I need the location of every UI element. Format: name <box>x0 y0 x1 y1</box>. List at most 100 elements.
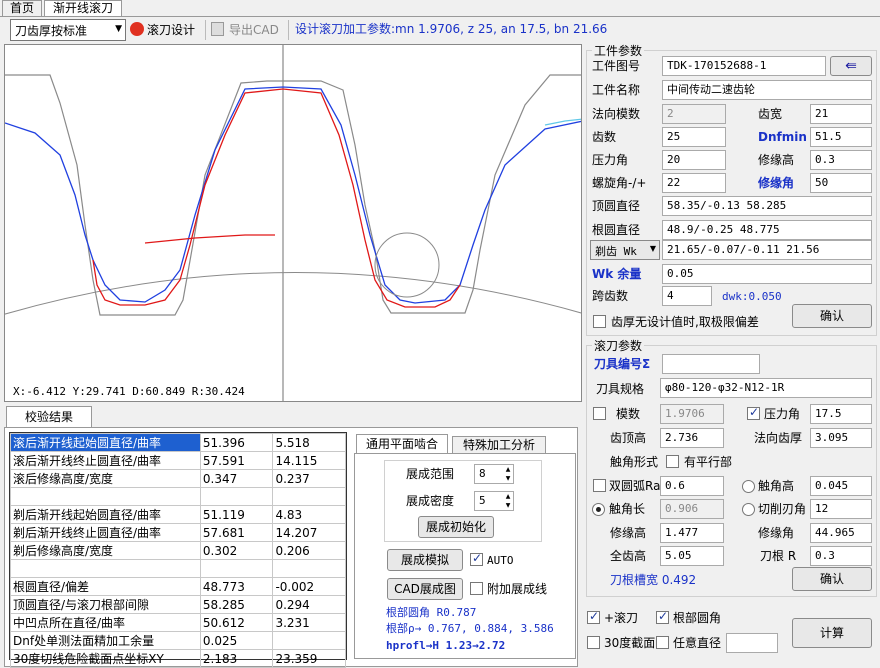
table-row[interactable]: 滚后渐开线起始圆直径/曲率 51.396 5.518 <box>10 433 346 452</box>
section30-checkbox[interactable] <box>587 636 600 649</box>
result-value: 23.359 <box>272 649 346 668</box>
workpiece-confirm-button[interactable]: 确认 <box>792 304 872 328</box>
table-row[interactable] <box>10 559 346 578</box>
table-row[interactable]: 滚后修缘高度/宽度 0.347 0.237 <box>10 469 346 488</box>
any-diameter-input[interactable] <box>726 633 778 653</box>
result-value: 4.83 <box>272 505 346 524</box>
full-height-input[interactable]: 5.05 <box>660 546 724 566</box>
back-arrow-button[interactable]: ⇚ <box>830 56 872 76</box>
tooth-thickness-combo[interactable]: 刀齿厚按标准 ▼ <box>10 19 126 41</box>
part-name-input[interactable]: 中间传动二速齿轮 <box>662 80 872 100</box>
tab-home[interactable]: 首页 <box>2 0 42 16</box>
any-diameter-label: 任意直径 <box>673 636 722 650</box>
tip-relief-angle-label: 修缘角 <box>758 176 795 190</box>
addendum-input[interactable]: 2.736 <box>660 428 724 448</box>
normal-thickness-input[interactable]: 3.095 <box>810 428 872 448</box>
face-width-label: 齿宽 <box>758 107 783 121</box>
table-row[interactable]: 30度切线危险截面点坐标XY 2.183 23.359 <box>10 649 346 668</box>
tab-plane-mesh[interactable]: 通用平面啮合 <box>356 434 448 454</box>
calculate-button[interactable]: 计算 <box>792 618 872 648</box>
drawing-no-input[interactable]: TDK-170152688-1 <box>662 56 826 76</box>
tool-spec-label: 刀具规格 <box>596 382 645 396</box>
plus-hob-checkbox[interactable] <box>587 609 600 624</box>
extra-lines-label: 附加展成线 <box>487 582 548 596</box>
double-arc-checkbox[interactable] <box>593 479 606 492</box>
tip-height-input[interactable]: 0.045 <box>810 476 872 496</box>
face-width-input[interactable]: 21 <box>810 104 872 124</box>
tip-length-input[interactable]: 0.906 <box>660 499 724 519</box>
hob-confirm-button[interactable]: 确认 <box>792 567 872 591</box>
generation-init-button[interactable]: 展成初始化 <box>418 516 494 538</box>
result-value: 0.294 <box>272 595 346 614</box>
tab-results[interactable]: 校验结果 <box>6 406 92 428</box>
tab-special-analysis[interactable]: 特殊加工分析 <box>452 436 546 454</box>
cut-edge-radio[interactable] <box>742 503 755 516</box>
tab-involute-hob[interactable]: 渐开线滚刀 <box>44 0 122 17</box>
tool-spec-input[interactable]: φ80-120-φ32-N12-1R <box>660 378 872 398</box>
tip-diameter-input[interactable]: 58.35/-0.13 58.285 <box>662 196 872 216</box>
tip-height-radio[interactable] <box>742 480 755 493</box>
edge-angle-input[interactable]: 44.965 <box>810 523 872 543</box>
tool-no-input[interactable] <box>662 354 760 374</box>
table-row[interactable]: 中凹点所在直径/曲率 50.612 3.231 <box>10 613 346 632</box>
root-diameter-input[interactable]: 48.9/-0.25 48.775 <box>662 220 872 240</box>
result-value: 14.115 <box>272 451 346 470</box>
tip-form-label: 触角形式 <box>610 455 659 469</box>
pressure-angle-input[interactable]: 20 <box>662 150 726 170</box>
double-arc-input[interactable]: 0.6 <box>660 476 724 496</box>
edge-angle-label: 修缘角 <box>758 526 795 540</box>
hob-pressure-input[interactable]: 17.5 <box>810 404 872 424</box>
table-row[interactable]: 剃后修缘高度/宽度 0.302 0.206 <box>10 541 346 560</box>
shave-wk-combo[interactable]: 剃齿 Wk ▼ <box>590 240 660 260</box>
result-value: -0.002 <box>272 577 346 596</box>
table-row[interactable]: Dnf处单测法面精加工余量 0.025 <box>10 631 346 650</box>
table-row[interactable]: 剃后渐开线终止圆直径/曲率 57.681 14.207 <box>10 523 346 542</box>
cut-edge-input[interactable]: 12 <box>810 499 872 519</box>
wk-input[interactable]: 21.65/-0.07/-0.11 21.56 <box>662 240 872 260</box>
table-row[interactable]: 根圆直径/偏差 48.773 -0.002 <box>10 577 346 596</box>
tip-relief-height-input[interactable]: 0.3 <box>810 150 872 170</box>
dwk-text: dwk:0.050 <box>722 290 782 303</box>
helix-angle-input[interactable]: 22 <box>662 173 726 193</box>
auto-checkbox[interactable] <box>470 551 483 566</box>
density-spinner[interactable]: ▲ ▼ <box>503 492 513 510</box>
results-table[interactable]: 滚后渐开线起始圆直径/曲率 51.396 5.518 滚后渐开线终止圆直径/曲率 57.… <box>10 433 346 668</box>
hob-module-checkbox[interactable] <box>593 407 606 420</box>
result-value: 48.773 <box>199 577 274 596</box>
table-row[interactable]: 滚后渐开线终止圆直径/曲率 57.591 14.115 <box>10 451 346 470</box>
stop-icon <box>130 22 144 36</box>
table-row[interactable]: 顶圆直径/与滚刀根部间隙 58.285 0.294 <box>10 595 346 614</box>
result-value <box>199 487 274 506</box>
any-diameter-checkbox[interactable] <box>656 636 669 649</box>
dnfmin-input[interactable]: 51.5 <box>810 127 872 147</box>
cad-generation-button[interactable]: CAD展成图 <box>387 578 463 600</box>
table-row[interactable] <box>10 487 346 506</box>
hob-pressure-checkbox[interactable] <box>747 405 760 420</box>
normal-module-input[interactable]: 2 <box>662 104 726 124</box>
extra-lines-checkbox[interactable] <box>470 582 483 595</box>
profile-plot[interactable]: X:-6.412 Y:29.741 D:60.849 R:30.424 <box>4 44 582 402</box>
result-value: 58.285 <box>199 595 274 614</box>
limit-deviation-checkbox[interactable] <box>593 315 606 328</box>
chevron-down-icon: ▼ <box>115 24 122 34</box>
plot-svg <box>5 45 581 401</box>
wk-allowance-input[interactable]: 0.05 <box>662 264 872 284</box>
hob-design-label: 滚刀设计 <box>147 23 196 37</box>
density-label: 展成密度 <box>406 494 455 508</box>
table-row[interactable]: 剃后渐开线起始圆直径/曲率 51.119 4.83 <box>10 505 346 524</box>
teeth-input[interactable]: 25 <box>662 127 726 147</box>
export-cad-button[interactable]: 导出CAD <box>211 20 283 40</box>
result-label: 根圆直径/偏差 <box>10 577 201 596</box>
hob-design-button[interactable]: 滚刀设计 <box>130 20 202 40</box>
parallel-checkbox[interactable] <box>666 455 679 468</box>
root-r-input[interactable]: 0.3 <box>810 546 872 566</box>
generation-simulate-button[interactable]: 展成模拟 <box>387 549 463 571</box>
tip-length-radio[interactable] <box>592 503 605 516</box>
range-spinner[interactable]: ▲ ▼ <box>503 465 513 483</box>
hob-title: 滚刀参数 <box>592 338 645 354</box>
span-count-input[interactable]: 4 <box>662 286 712 306</box>
root-fillet-checkbox[interactable] <box>656 609 669 624</box>
edge-height-input[interactable]: 1.477 <box>660 523 724 543</box>
tip-relief-angle-input[interactable]: 50 <box>810 173 872 193</box>
hob-module-input[interactable]: 1.9706 <box>660 404 724 424</box>
